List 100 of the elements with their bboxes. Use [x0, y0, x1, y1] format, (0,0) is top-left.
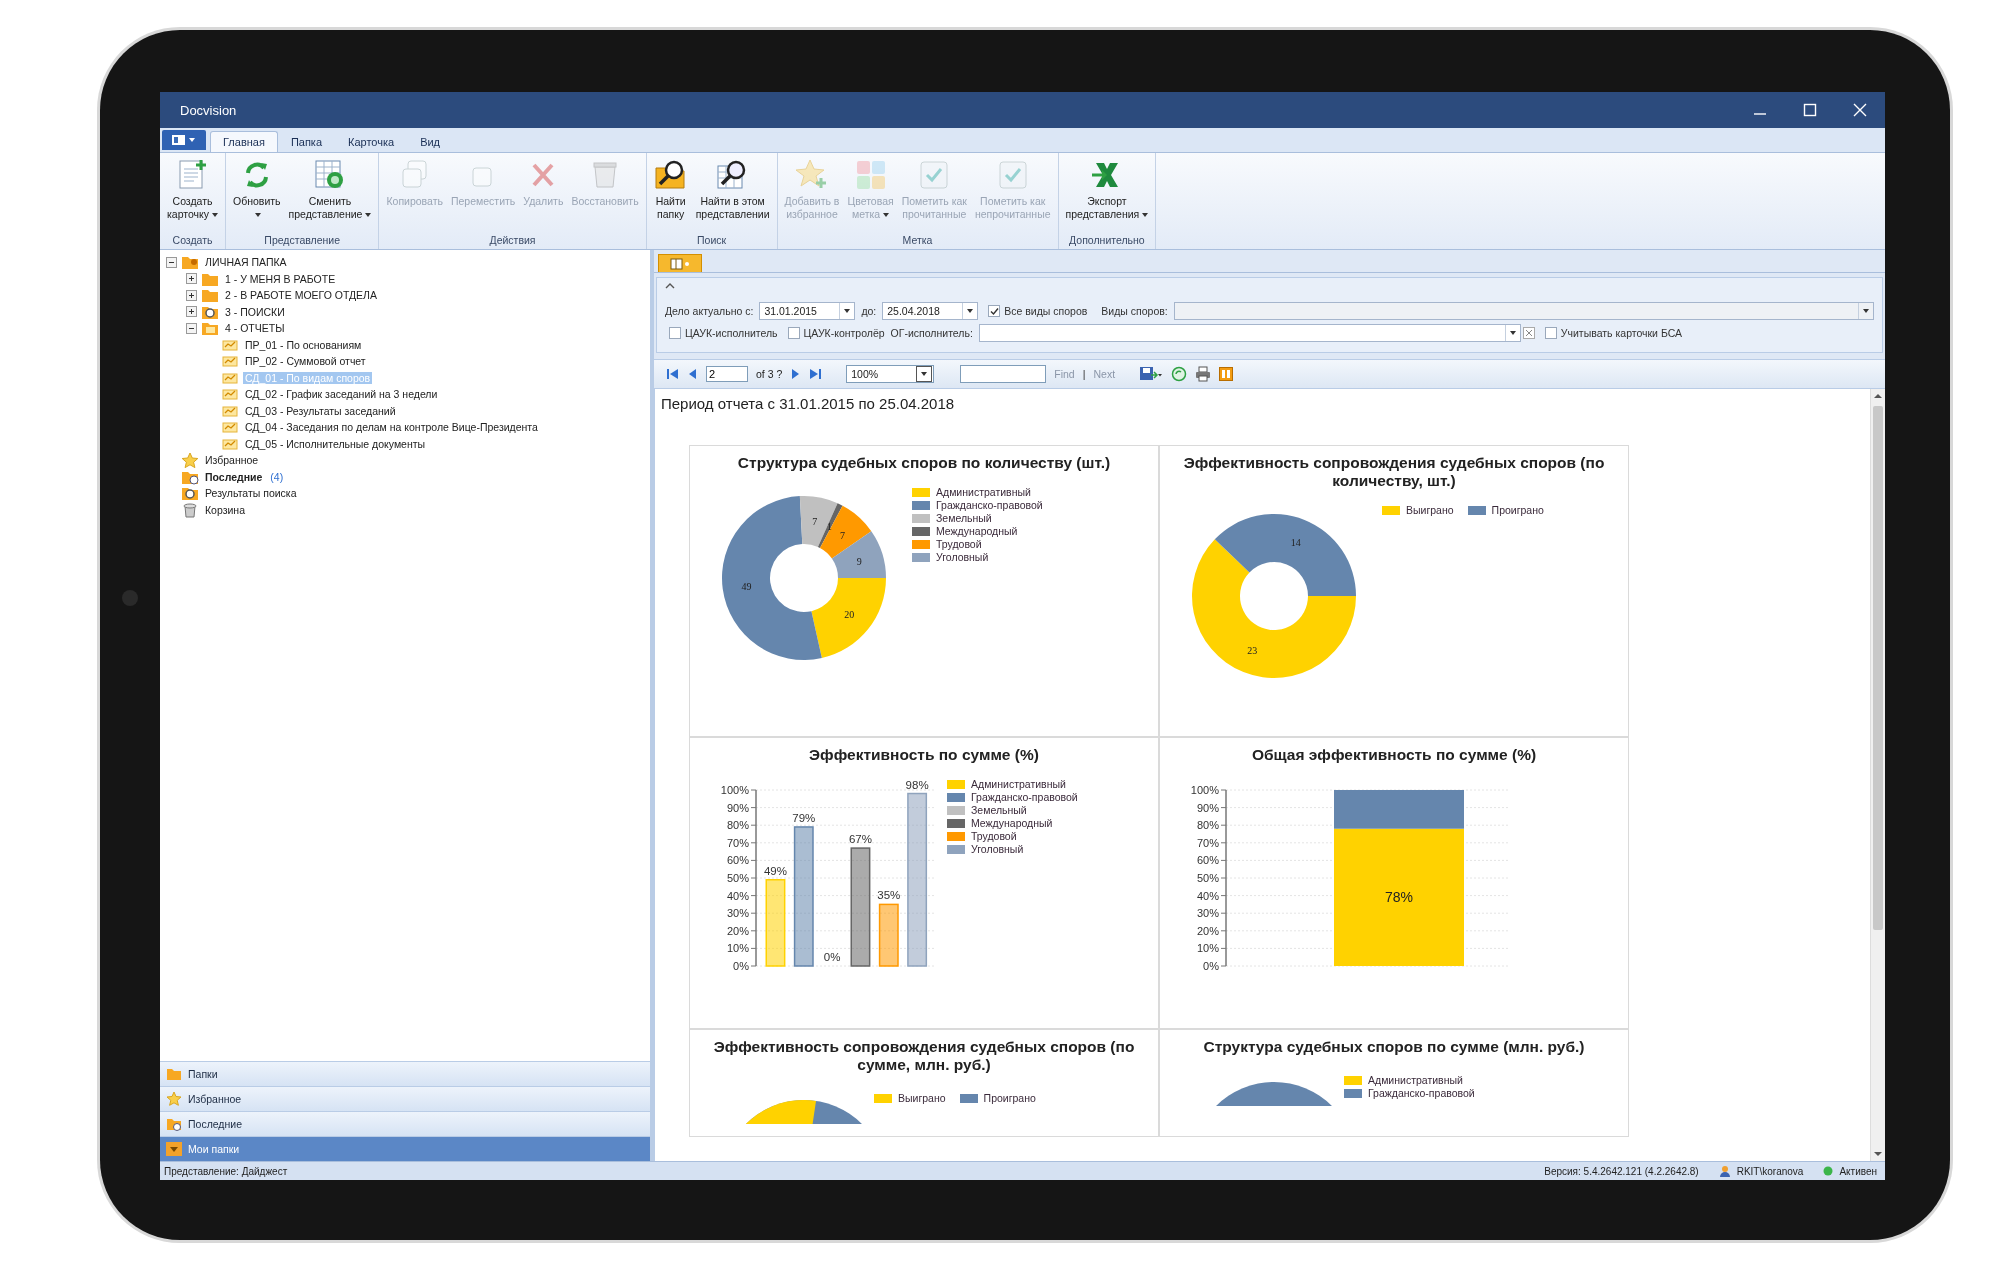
tree-item[interactable]: ЛИЧНАЯ ПАПКА — [203, 256, 289, 269]
report-period: Период отчета с 31.01.2015 по 25.04.2018 — [661, 394, 956, 414]
status-text: Активен — [1839, 1165, 1877, 1177]
item-count: (4) — [270, 470, 284, 483]
scroll-thumb[interactable] — [1873, 406, 1883, 930]
checkbox[interactable] — [669, 327, 681, 339]
tree-item[interactable]: СД_05 - Исполнительные документы — [243, 437, 428, 450]
date-field[interactable]: 25.04.2018 — [882, 302, 979, 320]
print-icon[interactable] — [1195, 366, 1212, 382]
version-text: Версия: 5.4.2642.121 (4.2.2642.8) — [1544, 1165, 1699, 1177]
tree-item[interactable]: ПР_02 - Суммовой отчет — [243, 355, 368, 368]
axis-tick-label: 60% — [1196, 854, 1219, 867]
tree-item[interactable]: 1 - У МЕНЯ В РАБОТЕ — [223, 272, 338, 285]
document-tab[interactable] — [658, 254, 702, 272]
data-label: 0% — [823, 951, 841, 963]
expander-icon[interactable] — [186, 273, 197, 285]
tree-item[interactable]: Последние — [203, 470, 265, 483]
legend-label: Земельный — [936, 512, 992, 524]
tree-item[interactable]: ПР_01 - По основаниям — [243, 338, 364, 351]
navigation-panel-button[interactable]: Мои папки — [160, 1136, 650, 1161]
ribbon-tab[interactable]: Главная — [210, 131, 278, 152]
expander-icon[interactable] — [166, 256, 177, 268]
checkbox[interactable] — [1544, 327, 1557, 339]
navigation-panel-button[interactable]: Папки — [160, 1061, 650, 1086]
legend-label: Трудовой — [971, 830, 1017, 842]
field-label: Дело актуально с: — [665, 305, 754, 317]
tree-item[interactable]: Результаты поиска — [203, 487, 299, 500]
folder-search-icon — [653, 158, 688, 192]
layout-icon[interactable] — [1219, 367, 1234, 381]
tree-item[interactable]: 2 - В РАБОТЕ МОЕГО ОТДЕЛА — [223, 289, 379, 302]
tree-item[interactable]: СД_04 - Заседания по делам на контроле Вице-Президента — [243, 421, 540, 434]
checkbox-label[interactable]: ЦАУК-контролёр — [803, 327, 885, 339]
legend-label: Международный — [936, 525, 1018, 537]
clear-icon[interactable] — [1522, 327, 1535, 339]
dropdown-field[interactable] — [1173, 302, 1874, 320]
axis-tick-label: 80% — [1196, 819, 1219, 832]
save-icon[interactable] — [1139, 366, 1164, 382]
find-field[interactable] — [960, 365, 1047, 383]
expander-icon[interactable] — [186, 289, 197, 301]
ribbon-tab[interactable]: Вид — [407, 131, 454, 152]
report-icon — [221, 386, 239, 403]
tree-item[interactable]: СД_02 - График заседаний на 3 недели — [243, 388, 440, 401]
ribbon-button[interactable]: Экспорт представления — [1061, 155, 1153, 233]
next-page-icon[interactable] — [790, 368, 801, 380]
ribbon-group-label: Действия — [488, 233, 537, 248]
legend-label: Гражданско-правовой — [1368, 1087, 1475, 1099]
axis-tick-label: 100% — [1190, 784, 1219, 796]
zoom-dropdown[interactable]: 100% — [846, 365, 935, 383]
axis-tick-label: 70% — [726, 836, 749, 849]
scrollbar[interactable] — [1870, 389, 1885, 1161]
first-page-icon[interactable] — [666, 368, 680, 380]
axis-tick-label: 40% — [1196, 889, 1219, 902]
axis-tick-label: 20% — [1196, 924, 1219, 937]
user-folder-icon — [181, 254, 199, 271]
scroll-down-icon[interactable] — [1873, 1150, 1883, 1158]
checkbox[interactable] — [787, 327, 800, 339]
checkbox-label[interactable]: Учитывать карточки БСА — [1560, 327, 1683, 339]
data-label: 78% — [1385, 889, 1413, 906]
axis-tick-label: 0% — [733, 960, 749, 972]
refresh-icon[interactable] — [1171, 366, 1188, 382]
expander-icon[interactable] — [186, 322, 197, 334]
chart-title: Эффективность сопровождения судебных споров (по количеству, шт.) — [1182, 453, 1606, 490]
ribbon-button[interactable]: Сменить представление — [284, 155, 376, 233]
folder-clock-icon — [166, 1117, 182, 1131]
date-field[interactable]: 31.01.2015 — [759, 302, 856, 320]
page-field[interactable]: 2 — [706, 366, 748, 382]
tree-item[interactable]: 4 - ОТЧЕТЫ — [223, 322, 287, 335]
tree-item[interactable]: СД_03 - Результаты заседаний — [243, 404, 398, 417]
tree-item[interactable]: 3 - ПОИСКИ — [223, 305, 287, 318]
ribbon-button[interactable]: Найти в этом представлении — [691, 155, 774, 233]
legend-label: Гражданско-правовой — [971, 791, 1078, 803]
ribbon-button[interactable]: Обновить — [229, 155, 285, 233]
data-label: 79% — [792, 811, 816, 824]
ribbon-group-label: Метка — [901, 233, 934, 248]
tree-item[interactable]: Избранное — [203, 454, 261, 467]
checkbox[interactable] — [988, 305, 1001, 317]
legend-label: Трудовой — [936, 538, 982, 550]
checkbox-label[interactable]: Все виды споров — [1004, 305, 1088, 317]
checkbox-label[interactable]: ЦАУК-исполнитель — [685, 327, 778, 339]
last-page-icon[interactable] — [808, 368, 823, 380]
previous-page-icon[interactable] — [688, 368, 698, 380]
bin-icon — [181, 501, 199, 518]
data-label: 7 — [840, 529, 845, 541]
ribbon-tab[interactable]: Папка — [277, 131, 336, 152]
ribbon-group-label: Поиск — [696, 233, 728, 248]
separator-text: | — [1082, 368, 1086, 380]
ribbon-button[interactable]: Создать карточку — [163, 155, 222, 233]
expander-icon[interactable] — [186, 306, 197, 318]
ribbon-button[interactable]: Найти папку — [649, 155, 692, 233]
navigation-panel-button[interactable]: Последние — [160, 1111, 650, 1136]
app-menu-button[interactable] — [162, 130, 206, 150]
collapse-icon[interactable] — [665, 282, 675, 290]
navigation-panel-button[interactable]: Избранное — [160, 1086, 650, 1111]
ribbon-tab[interactable]: Карточка — [335, 131, 408, 152]
dropdown-field[interactable] — [978, 324, 1521, 342]
data-label: 14 — [1290, 537, 1301, 549]
axis-tick-label: 50% — [726, 872, 749, 884]
scroll-up-icon[interactable] — [1873, 392, 1883, 400]
tree-item[interactable]: Корзина — [203, 503, 247, 516]
legend-label: Административный — [1368, 1074, 1463, 1086]
